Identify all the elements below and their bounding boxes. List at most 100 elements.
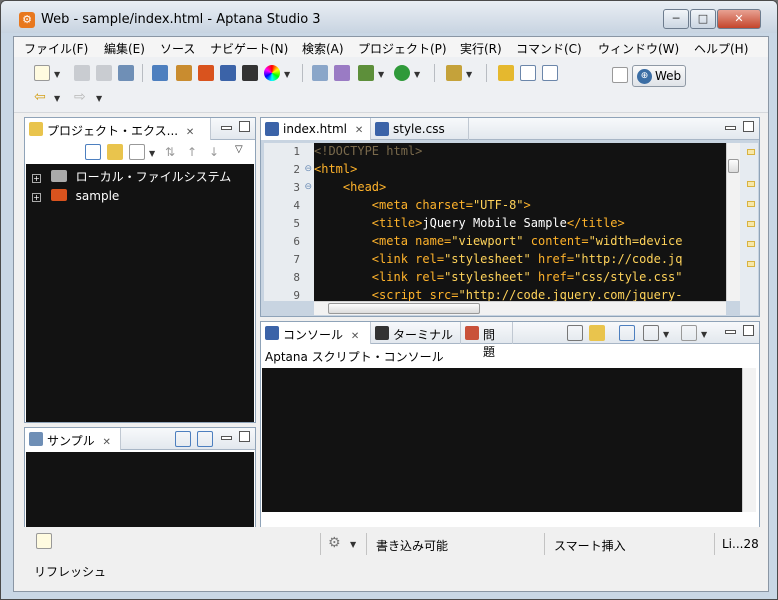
wand-icon[interactable] (446, 65, 462, 81)
link-editor-icon[interactable] (107, 144, 123, 160)
tab-index-html[interactable]: index.html ✕ (261, 118, 371, 140)
menu-source[interactable]: ソース (160, 40, 195, 57)
forward-icon[interactable]: ⇨ (74, 89, 90, 105)
color-dropdown-icon[interactable]: ▼ (284, 70, 290, 79)
whitespace-icon[interactable] (542, 65, 558, 81)
expand-icon[interactable]: + (32, 193, 41, 202)
minimize-button[interactable]: ─ (663, 9, 689, 29)
display-dropdown-icon[interactable]: ▼ (663, 330, 669, 339)
menu-commands[interactable]: コマンド(C) (516, 40, 582, 57)
collapse-all-icon[interactable] (197, 431, 213, 447)
menu-search[interactable]: 検索(A) (302, 40, 344, 57)
back-icon[interactable]: ⇦ (34, 89, 50, 105)
fold-toggle-icon[interactable]: ⊖ (304, 182, 312, 192)
settings-dropdown-icon[interactable]: ▼ (350, 540, 356, 549)
clear-console-icon[interactable] (567, 325, 583, 341)
tab-problems[interactable]: 問題 (461, 322, 513, 359)
hierarchy-icon[interactable] (176, 65, 192, 81)
maximize-panel-icon[interactable] (743, 325, 754, 336)
debug-icon[interactable] (358, 65, 374, 81)
pin-console-icon[interactable] (619, 325, 635, 341)
collapse-all-icon[interactable] (85, 144, 101, 160)
editor-vertical-scrollbar[interactable] (726, 143, 740, 301)
close-tab-icon[interactable]: ✕ (102, 437, 110, 448)
run-dropdown-icon[interactable]: ▼ (414, 70, 420, 79)
open-perspective-icon[interactable] (612, 67, 628, 83)
code-line[interactable]: <link rel="stylesheet" href="http://code… (314, 252, 683, 266)
fast-view-icon[interactable] (36, 533, 52, 549)
minimize-panel-icon[interactable] (221, 436, 232, 440)
block-select-icon[interactable] (520, 65, 536, 81)
fold-toggle-icon[interactable]: ⊖ (304, 164, 312, 174)
web-perspective-button[interactable]: ⊕ Web (632, 65, 686, 87)
maximize-panel-icon[interactable] (743, 121, 754, 132)
home-icon[interactable] (198, 65, 214, 81)
settings-gear-icon[interactable]: ⚙ (328, 535, 344, 551)
menu-window[interactable]: ウィンドウ(W) (598, 40, 679, 57)
code-line[interactable]: <meta charset="UTF-8"> (314, 198, 531, 212)
tree-item-local-filesystem[interactable]: + ローカル・ファイルシステム (32, 168, 231, 185)
code-line[interactable]: <head> (314, 180, 386, 194)
filter-dropdown-icon[interactable]: ▼ (149, 149, 155, 158)
close-tab-icon[interactable]: ✕ (355, 125, 363, 136)
editor-horizontal-scrollbar[interactable] (314, 301, 726, 315)
wand-dropdown-icon[interactable]: ▼ (466, 70, 472, 79)
tab-terminal[interactable]: ターミナル (371, 322, 461, 344)
ruler-marker[interactable] (747, 201, 755, 207)
scroll-lock-icon[interactable] (589, 325, 605, 341)
code-line[interactable]: <title>jQuery Mobile Sample</title> (314, 216, 625, 230)
terminal-icon[interactable] (242, 65, 258, 81)
save-all-icon[interactable] (96, 65, 112, 81)
code-line[interactable]: <link rel="stylesheet" href="css/style.c… (314, 270, 683, 284)
console-output[interactable] (262, 368, 742, 512)
server-icon[interactable] (334, 65, 350, 81)
tab-project-explorer[interactable]: プロジェクト・エクス... ✕ (25, 118, 211, 140)
maximize-panel-icon[interactable] (239, 121, 250, 132)
close-tab-icon[interactable]: ✕ (186, 127, 194, 138)
code-line[interactable]: <!DOCTYPE html> (314, 144, 422, 158)
view-menu-icon[interactable]: ▽ (235, 144, 243, 155)
menu-help[interactable]: ヘルプ(H) (694, 40, 748, 57)
save-icon[interactable] (74, 65, 90, 81)
highlight-icon[interactable] (498, 65, 514, 81)
ruler-marker[interactable] (747, 181, 755, 187)
deploy-icon[interactable] (312, 65, 328, 81)
open-console-icon[interactable] (681, 325, 697, 341)
ruler-marker[interactable] (747, 241, 755, 247)
close-button[interactable]: ✕ (717, 9, 761, 29)
back-dropdown-icon[interactable]: ▼ (54, 94, 60, 103)
code-area[interactable]: <!DOCTYPE html> <html> <head> <meta chars… (314, 143, 726, 301)
filter-icon[interactable] (129, 144, 145, 160)
new-icon[interactable] (34, 65, 50, 81)
browser-icon[interactable] (220, 65, 236, 81)
down-icon[interactable]: ↓ (209, 144, 225, 160)
tab-samples[interactable]: サンプル ✕ (25, 428, 121, 450)
overview-ruler[interactable] (740, 143, 758, 315)
minimize-panel-icon[interactable] (725, 126, 736, 130)
app-gear-icon[interactable]: ⚙ (19, 12, 35, 28)
horizontal-scroll-thumb[interactable] (328, 303, 480, 314)
import-sample-icon[interactable] (175, 431, 191, 447)
ruler-marker[interactable] (747, 149, 755, 155)
tree-item-sample[interactable]: + sample (32, 189, 119, 203)
open-console-dropdown-icon[interactable]: ▼ (701, 330, 707, 339)
minimize-panel-icon[interactable] (725, 330, 736, 334)
maximize-panel-icon[interactable] (239, 431, 250, 442)
up-icon[interactable]: ↑ (187, 144, 203, 160)
close-tab-icon[interactable]: ✕ (351, 331, 359, 342)
display-console-icon[interactable] (643, 325, 659, 341)
minimize-panel-icon[interactable] (221, 126, 232, 130)
code-line[interactable]: <html> (314, 162, 357, 176)
outline-icon[interactable] (152, 65, 168, 81)
code-line[interactable]: <meta name="viewport" content="width=dev… (314, 234, 683, 248)
color-picker-icon[interactable] (264, 65, 280, 81)
maximize-button[interactable]: □ (690, 9, 716, 29)
console-vertical-scrollbar[interactable] (742, 368, 756, 512)
expand-icon[interactable]: + (32, 174, 41, 183)
menu-run[interactable]: 実行(R) (460, 40, 502, 57)
menu-file[interactable]: ファイル(F) (24, 40, 88, 57)
menu-project[interactable]: プロジェクト(P) (358, 40, 447, 57)
ruler-marker[interactable] (747, 261, 755, 267)
sort-icon[interactable]: ⇅ (165, 144, 181, 160)
tab-style-css[interactable]: style.css (371, 118, 469, 140)
